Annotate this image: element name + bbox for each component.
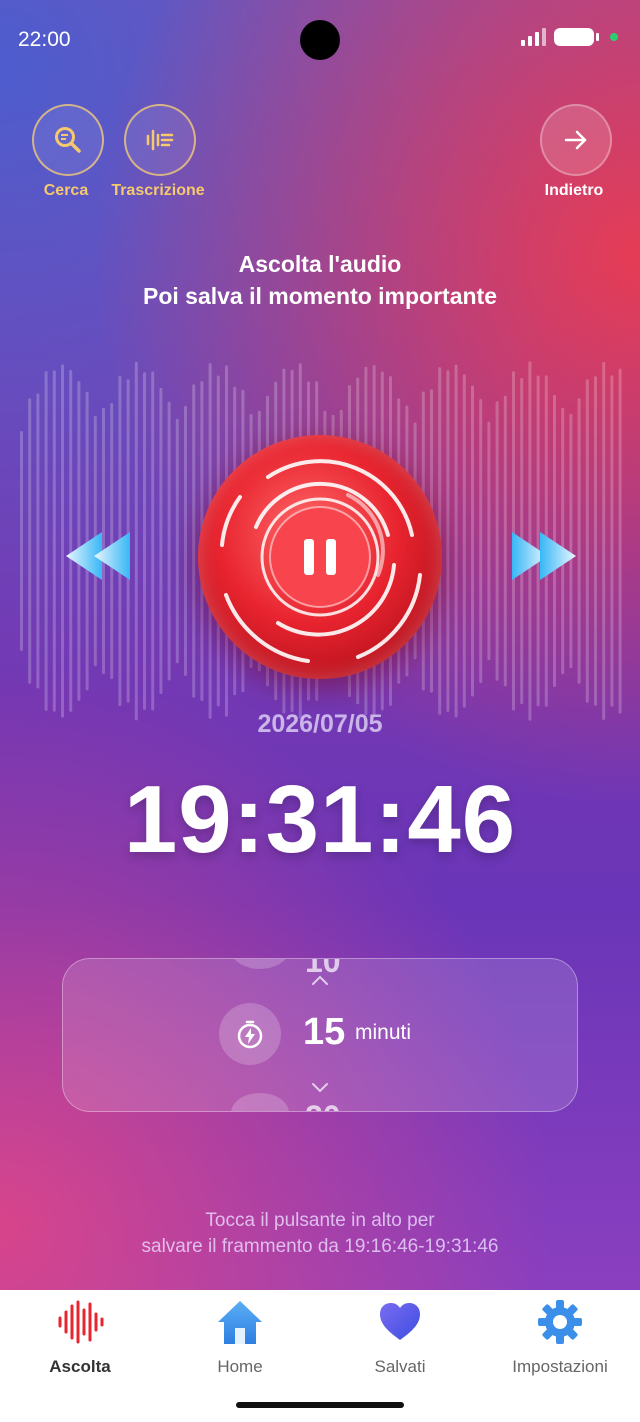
arrow-right-icon <box>564 130 587 150</box>
hint-line1: Tocca il pulsante in alto per <box>205 1210 435 1231</box>
waveform-bar <box>471 385 474 697</box>
waveform-bar <box>44 371 48 711</box>
home-icon <box>218 1301 262 1344</box>
waveform-bar <box>585 379 589 703</box>
nav-item-saved[interactable]: Salvati <box>320 1298 480 1377</box>
waveform-bar <box>159 387 163 695</box>
search-icon <box>55 127 81 153</box>
duration-picker[interactable]: 10 15 minuti 20 <box>62 958 578 1112</box>
nav-label-saved: Salvati <box>374 1357 426 1376</box>
recording-date: 2026/07/05 <box>257 710 383 738</box>
waveform-bar <box>143 372 146 710</box>
waveform-bar <box>184 405 187 676</box>
waveform-bar <box>618 368 622 714</box>
gear-icon <box>538 1300 582 1344</box>
headline-line1: Ascolta l'audio <box>238 251 402 277</box>
duration-value: 15 <box>303 1011 346 1053</box>
waveform-bar <box>192 384 196 698</box>
listen-screen: 22:00 Cerca Trascrizione Indietro Ascolt… <box>0 0 640 1290</box>
nav-item-listen[interactable]: Ascolta <box>0 1298 160 1377</box>
status-time: 22:00 <box>18 28 71 51</box>
waveform-bar <box>479 398 483 684</box>
record-rings <box>220 459 422 663</box>
waveform-bar <box>487 421 491 661</box>
nav-label-listen: Ascolta <box>49 1357 111 1376</box>
waveform-bar <box>175 418 179 664</box>
rewind-button[interactable] <box>64 528 134 584</box>
waveform-bar <box>52 370 56 712</box>
nav-label-home: Home <box>217 1357 263 1376</box>
waveform-bar <box>134 361 138 721</box>
nav-label-settings: Impostazioni <box>512 1357 608 1376</box>
signal-icon <box>521 28 546 46</box>
chevron-up-icon[interactable] <box>310 973 330 987</box>
waveform-bar <box>462 374 466 708</box>
recording-clock: 19:31:46 <box>123 766 517 873</box>
back-button[interactable] <box>540 104 612 176</box>
waveform-bar <box>36 393 40 689</box>
record-pause-button[interactable] <box>198 435 442 679</box>
headline: Ascolta l'audio Poi salva il momento imp… <box>0 248 640 312</box>
headline-line2: Poi salva il momento importante <box>142 283 498 309</box>
pause-icon <box>304 539 314 575</box>
search-button[interactable] <box>32 104 104 176</box>
waveform-bar <box>151 371 155 711</box>
transcription-label: Trascrizione <box>111 182 205 199</box>
next-option-icon <box>231 1093 289 1111</box>
waveform-bar <box>610 375 614 707</box>
nav-item-settings[interactable]: Impostazioni <box>480 1298 640 1377</box>
chevron-down-icon[interactable] <box>310 1081 330 1095</box>
bottom-navigation: Ascolta Home Salvati Impostazioni <box>0 1290 640 1422</box>
timer-icon <box>219 1003 281 1065</box>
nav-item-home[interactable]: Home <box>160 1298 320 1377</box>
waveform-bar <box>28 398 32 684</box>
prev-option-icon <box>231 959 289 969</box>
privacy-dot <box>610 33 618 41</box>
battery-icon <box>554 28 599 46</box>
camera-cutout <box>300 20 340 60</box>
save-hint: Tocca il pulsante in alto per salvare il… <box>0 1208 640 1260</box>
back-label: Indietro <box>544 182 604 199</box>
next-option-value: 20 <box>305 1099 341 1111</box>
waveform-bar <box>503 395 507 687</box>
transcription-button[interactable] <box>124 104 196 176</box>
status-icons <box>521 28 618 46</box>
waveform-icon <box>58 1300 104 1344</box>
waveform-bar <box>495 401 499 681</box>
fast-forward-button[interactable] <box>508 528 578 584</box>
home-indicator[interactable] <box>236 1402 404 1408</box>
heart-icon <box>380 1303 420 1340</box>
waveform-bar <box>577 398 581 684</box>
waveform-bar <box>20 431 23 651</box>
waveform-bar <box>454 364 458 718</box>
waveform-bar <box>594 376 597 706</box>
duration-unit: minuti <box>355 1021 412 1044</box>
transcription-icon <box>146 129 174 151</box>
waveform-bar <box>446 370 450 712</box>
waveform-bar <box>602 361 606 720</box>
hint-line2: salvare il frammento da 19:16:46-19:31:4… <box>141 1236 499 1257</box>
search-label: Cerca <box>43 182 89 199</box>
waveform-bar <box>167 401 171 681</box>
